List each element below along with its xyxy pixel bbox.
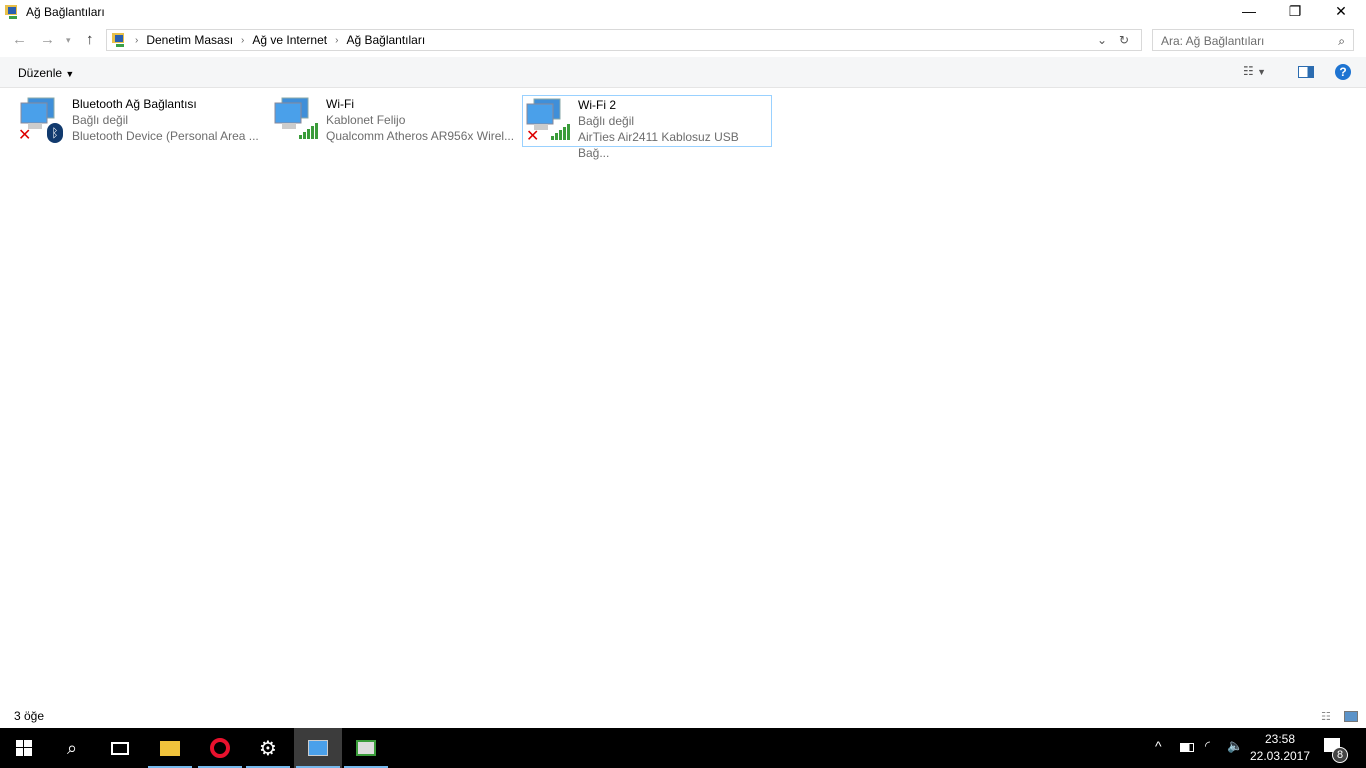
breadcrumb-control-panel[interactable]: Denetim Masası — [146, 33, 233, 47]
clock[interactable]: 23:58 22.03.2017 — [1248, 731, 1312, 765]
breadcrumb-network-connections[interactable]: Ağ Bağlantıları — [346, 33, 425, 47]
connection-status: Bağlı değil — [72, 113, 129, 127]
network-adapter-icon: ✕ — [524, 96, 574, 146]
show-hidden-icons[interactable]: ^ — [1155, 738, 1162, 754]
taskbar: ⌕ ⚙ ^ ◜ 🔈 23:58 22.03.2017 8 — [0, 728, 1366, 768]
network-adapter-icon — [272, 95, 322, 145]
chevron-right-icon: › — [241, 34, 245, 46]
network-adapter-icon: ✕ ᛒ — [18, 95, 68, 145]
connection-status: Kablonet Felijo — [326, 113, 406, 127]
command-bar: Düzenle ▼ ☷ ▼ ? — [0, 57, 1366, 88]
back-icon[interactable]: ← — [12, 31, 27, 48]
windows-icon — [16, 740, 32, 756]
settings-icon[interactable]: ⚙ — [244, 728, 292, 768]
recent-chevron-icon[interactable]: ▾ — [66, 35, 71, 46]
signal-bars-icon — [299, 123, 318, 139]
opera-icon[interactable] — [196, 728, 244, 768]
title-bar: Ağ Bağlantıları — [0, 0, 1366, 24]
bluetooth-icon: ᛒ — [47, 123, 63, 143]
window-title: Ağ Bağlantıları — [26, 5, 105, 19]
refresh-icon[interactable]: ↻ — [1119, 33, 1129, 47]
address-bar[interactable]: › Denetim Masası › Ağ ve Internet › Ağ B… — [106, 29, 1142, 51]
connection-name: Wi-Fi — [326, 97, 354, 111]
search-placeholder: Ara: Ağ Bağlantıları — [1161, 34, 1265, 48]
task-view-icon[interactable] — [96, 728, 144, 768]
time: 23:58 — [1264, 732, 1296, 746]
preview-pane-icon[interactable] — [1298, 66, 1314, 78]
volume-icon[interactable]: 🔈 — [1227, 738, 1243, 754]
connection-name: Bluetooth Ağ Bağlantısı — [72, 97, 197, 111]
help-icon[interactable]: ? — [1335, 64, 1351, 80]
connection-device: AirTies Air2411 Kablosuz USB Bağ... — [578, 130, 739, 160]
network-connections-icon — [5, 5, 17, 19]
notification-count-badge: 8 — [1332, 747, 1348, 763]
connection-item-bluetooth[interactable]: ✕ ᛒ Bluetooth Ağ Bağlantısı Bağlı değil Bl… — [16, 95, 266, 147]
large-icons-view-icon[interactable] — [1344, 711, 1358, 722]
network-connections-task-icon[interactable] — [294, 728, 342, 768]
breadcrumb-network-internet[interactable]: Ağ ve Internet — [252, 33, 327, 47]
disconnected-x-icon: ✕ — [526, 128, 540, 145]
organize-button[interactable]: Düzenle ▼ — [18, 66, 74, 80]
organize-label: Düzenle — [18, 66, 63, 80]
connection-device: Qualcomm Atheros AR956x Wirel... — [326, 129, 515, 143]
forward-icon[interactable]: → — [40, 31, 55, 48]
start-button[interactable] — [0, 728, 48, 768]
control-panel-icon — [112, 33, 124, 47]
search-input[interactable]: Ara: Ağ Bağlantıları ⌕ — [1152, 29, 1354, 51]
battery-icon[interactable] — [1180, 743, 1194, 752]
chevron-right-icon: › — [335, 34, 339, 46]
search-icon: ⌕ — [1338, 34, 1345, 48]
wifi-icon[interactable]: ◜ — [1205, 738, 1210, 754]
up-icon[interactable]: ↑ — [86, 31, 94, 48]
change-view-icon[interactable]: ☷ ▼ — [1243, 64, 1266, 78]
disconnected-x-icon: ✕ — [18, 127, 32, 144]
address-dropdown-icon[interactable]: ⌄ — [1097, 33, 1107, 47]
connection-name: Wi-Fi 2 — [578, 98, 616, 112]
file-explorer-icon[interactable] — [146, 728, 194, 768]
maximize-button[interactable]: ❐ — [1272, 0, 1318, 22]
connection-status: Bağlı değil — [578, 114, 635, 128]
navigation-bar: ← → ▾ ↑ › Denetim Masası › Ağ ve Interne… — [0, 28, 1366, 52]
details-view-icon[interactable]: ☷ — [1321, 710, 1331, 723]
connection-device: Bluetooth Device (Personal Area ... — [72, 129, 259, 143]
connection-item-wifi[interactable]: Wi-Fi Kablonet Felijo Qualcomm Atheros AR9… — [270, 95, 520, 147]
date: 22.03.2017 — [1249, 749, 1311, 763]
item-count: 3 öğe — [14, 709, 45, 723]
connection-item-wifi-2[interactable]: ✕ Wi-Fi 2 Bağlı değil AirTies Air2411 Kabl… — [522, 95, 772, 160]
close-button[interactable]: ✕ — [1318, 0, 1364, 22]
minimize-button[interactable]: — — [1226, 0, 1272, 22]
search-taskbar-icon[interactable]: ⌕ — [48, 728, 96, 768]
control-panel-task-icon[interactable] — [342, 728, 390, 768]
signal-bars-icon — [551, 124, 570, 140]
chevron-right-icon: › — [135, 34, 139, 46]
